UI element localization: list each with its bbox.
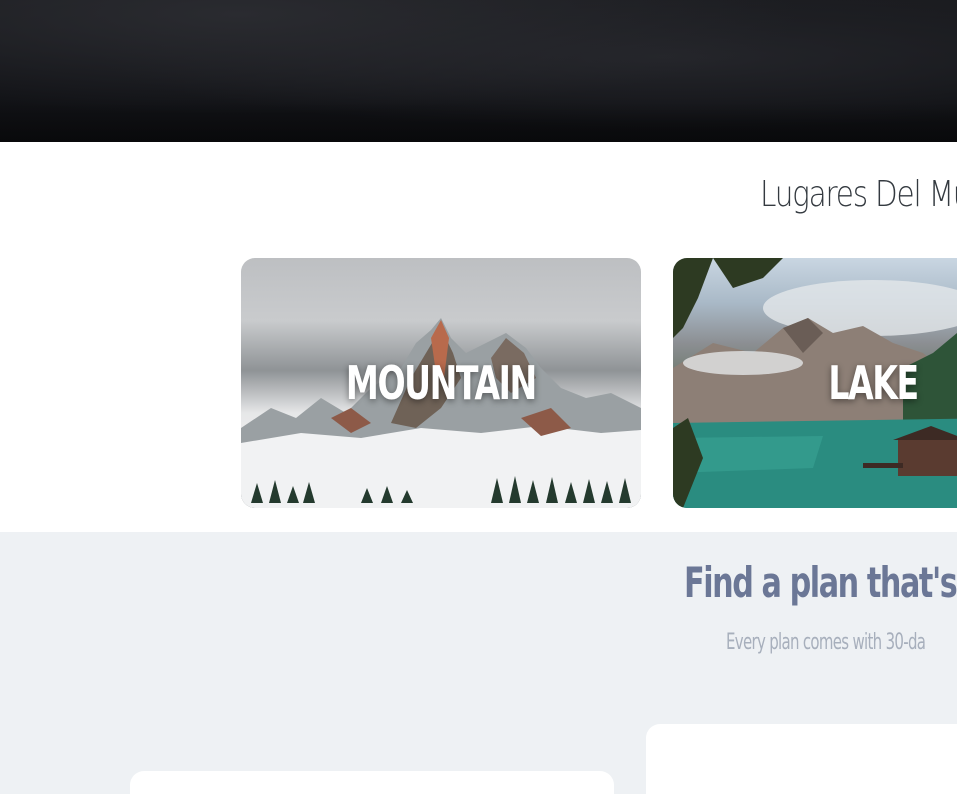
- card-label: MOUNTAIN: [346, 356, 537, 410]
- places-title: Lugares Del Mu: [760, 174, 957, 215]
- pricing-section: Find a plan that's rig Every plan comes …: [0, 532, 957, 794]
- card-label: LAKE: [828, 356, 919, 410]
- places-section: Lugares Del Mu MOUNTAIN LAKE: [0, 142, 957, 532]
- hero-banner: [0, 0, 957, 142]
- pricing-title: Find a plan that's rig: [684, 558, 957, 607]
- plan-card: [130, 771, 614, 794]
- place-card-mountain[interactable]: MOUNTAIN: [241, 258, 641, 508]
- pricing-subtitle: Every plan comes with 30-da: [726, 630, 926, 655]
- page: Lugares Del Mu MOUNTAIN LAKE Find a plan…: [0, 0, 957, 794]
- place-card-lake[interactable]: LAKE: [673, 258, 957, 508]
- plan-card: [646, 724, 957, 794]
